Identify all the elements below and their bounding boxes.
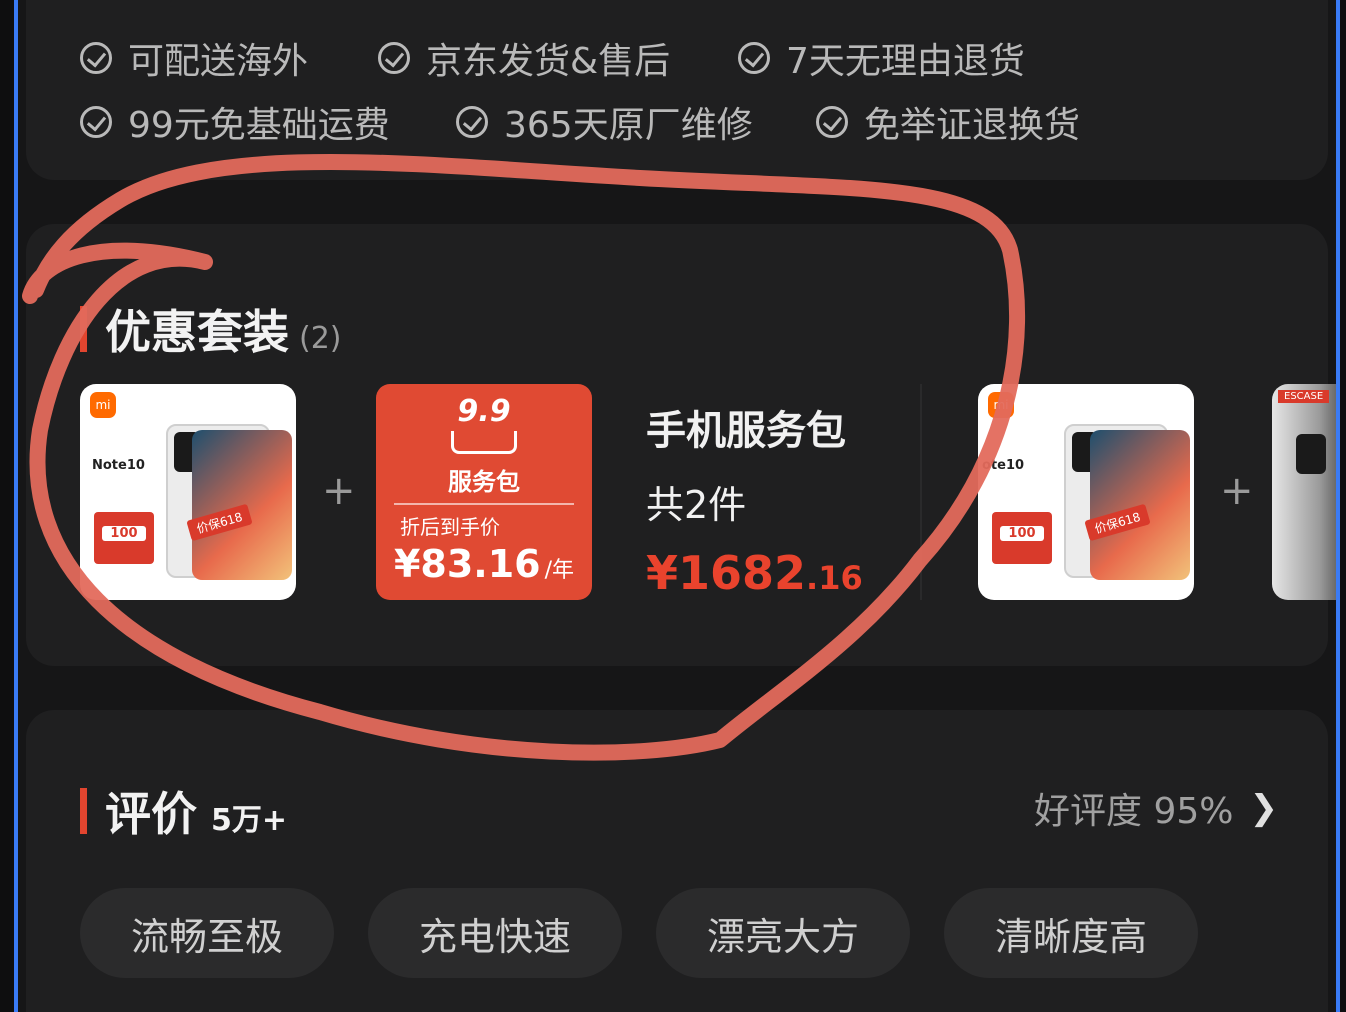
case-brand-label: ESCASE xyxy=(1278,390,1330,403)
service-item-jd-shipping: 京东发货&售后 xyxy=(378,32,670,84)
rating-label: 好评度 95% xyxy=(1034,791,1234,832)
service-pack-thumbnail[interactable]: 9.9 服务包 折后到手价 ¥83.16 /年 xyxy=(376,384,592,600)
app-frame: 可配送海外 京东发货&售后 7天无理由退货 99元免基础运费 365天原厂维修 … xyxy=(14,0,1340,1012)
review-tag-label: 充电快速 xyxy=(418,914,571,959)
service-label: 7天无理由退货 xyxy=(786,41,1025,82)
check-circle-icon xyxy=(816,106,848,138)
service-pack-subtitle: 折后到手价 xyxy=(400,515,500,539)
bundle-section-title: 优惠套装 (2) xyxy=(80,296,342,362)
service-label: 免举证退换货 xyxy=(864,105,1081,146)
gift-box-icon xyxy=(451,431,517,454)
bundle-count: (2) xyxy=(299,321,342,356)
mi-logo-icon: mi xyxy=(90,392,116,418)
service-label: 可配送海外 xyxy=(128,41,309,82)
phone-case-thumbnail[interactable]: ESCASE xyxy=(1272,384,1336,600)
review-tag[interactable]: 清晰度高 xyxy=(944,888,1198,978)
box-icon: 9.9 xyxy=(457,394,511,429)
coupon-badge: 100 xyxy=(94,512,154,564)
service-item-overseas: 可配送海外 xyxy=(80,32,308,84)
coupon-value: 100 xyxy=(102,526,146,541)
service-item-7day-return: 7天无理由退货 xyxy=(738,32,1025,84)
bundle-item-count: 共2件 xyxy=(646,483,747,527)
review-tag[interactable]: 漂亮大方 xyxy=(656,888,910,978)
chevron-right-icon: ❯ xyxy=(1249,788,1279,828)
service-label: 99元免基础运费 xyxy=(128,105,390,146)
check-circle-icon xyxy=(378,42,410,74)
reviews-count: 5万+ xyxy=(211,803,288,838)
check-circle-icon xyxy=(738,42,770,74)
plus-icon: + xyxy=(1220,468,1254,514)
phone-model-label: ote10 xyxy=(982,458,1025,473)
divider xyxy=(394,503,574,505)
bundle-price-cents: .16 xyxy=(806,559,863,597)
bundle-price-main: ¥1682 xyxy=(646,546,807,600)
section-accent-bar xyxy=(80,788,87,834)
check-circle-icon xyxy=(80,42,112,74)
check-circle-icon xyxy=(80,106,112,138)
service-item-free-shipping: 99元免基础运费 xyxy=(80,96,390,148)
coupon-value: 100 xyxy=(1000,526,1044,541)
coupon-badge: 100 xyxy=(992,512,1052,564)
service-pack-title: 服务包 xyxy=(448,468,520,496)
bundle-divider xyxy=(920,384,922,600)
reviews-title: 评价 xyxy=(105,787,197,841)
review-tag-label: 流畅至极 xyxy=(130,914,283,959)
service-guarantees-card xyxy=(26,0,1328,180)
service-item-365-repair: 365天原厂维修 xyxy=(456,96,753,148)
rating-link[interactable]: 好评度 95% ❯ xyxy=(1034,782,1278,834)
phone-thumbnail[interactable]: mi ote10 100 价保618 xyxy=(978,384,1194,600)
reviews-section-title: 评价 5万+ xyxy=(80,778,287,844)
service-pack-per: /年 xyxy=(544,558,575,583)
service-item-no-proof-exchange: 免举证退换货 xyxy=(816,96,1080,148)
review-tag-label: 漂亮大方 xyxy=(706,914,859,959)
bundle-title: 优惠套装 xyxy=(105,305,289,359)
check-circle-icon xyxy=(456,106,488,138)
bundle-name: 手机服务包 xyxy=(646,408,846,454)
plus-icon: + xyxy=(322,468,356,514)
section-accent-bar xyxy=(80,306,87,352)
phone-thumbnail[interactable]: mi Note10 100 价保618 xyxy=(80,384,296,600)
service-label: 365天原厂维修 xyxy=(504,105,753,146)
service-pack-price: ¥83.16 xyxy=(393,542,541,586)
camera-module xyxy=(1296,434,1326,474)
mi-logo-icon: mi xyxy=(988,392,1014,418)
review-tag-label: 清晰度高 xyxy=(994,914,1147,959)
review-tag[interactable]: 充电快速 xyxy=(368,888,622,978)
service-label: 京东发货&售后 xyxy=(426,41,671,82)
review-tag[interactable]: 流畅至极 xyxy=(80,888,334,978)
phone-model-label: Note10 xyxy=(92,458,145,473)
bundle-price: ¥1682 .16 xyxy=(646,546,863,600)
